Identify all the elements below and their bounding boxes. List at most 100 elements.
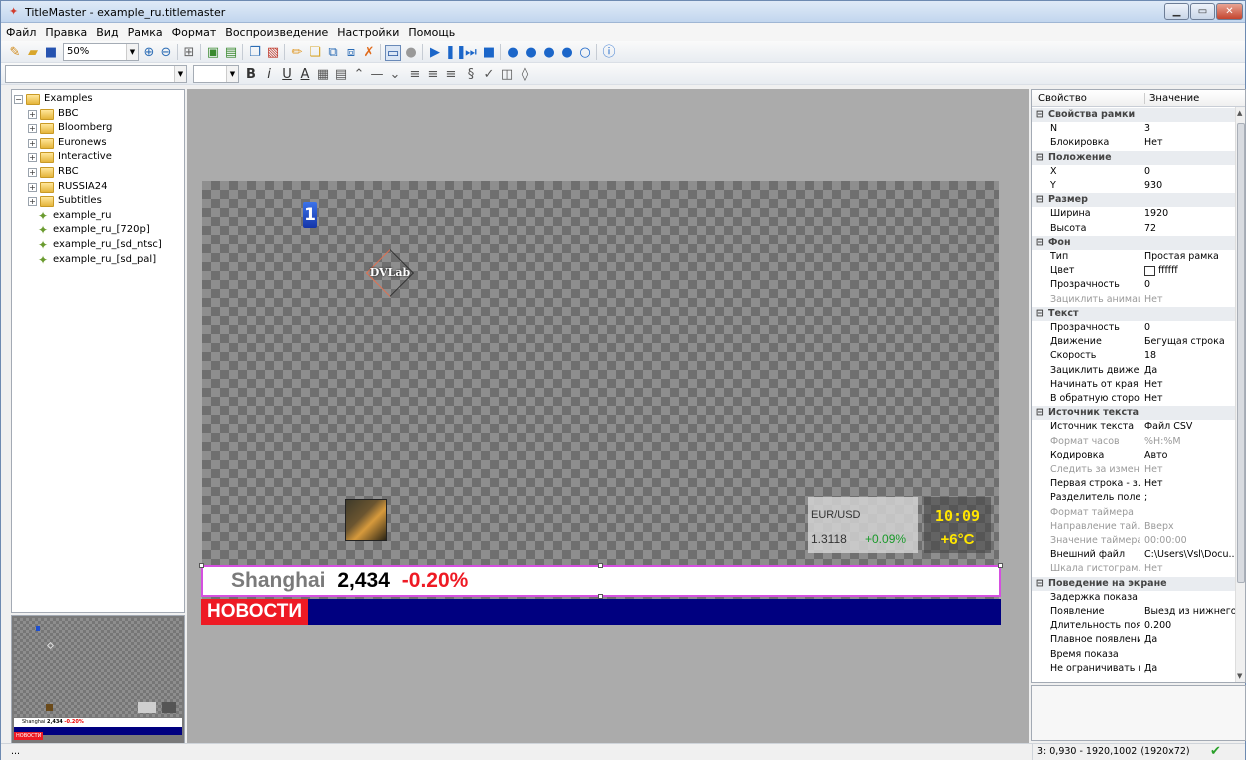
property-value[interactable]: Нет (1144, 463, 1237, 477)
menu-help[interactable]: Помощь (403, 23, 459, 39)
monitor-icon[interactable]: ▭ (385, 45, 401, 61)
property-row[interactable]: Разделитель полей; (1032, 491, 1237, 505)
paragraph-icon[interactable]: § (463, 67, 479, 83)
property-category[interactable]: ⊟ Положение (1032, 150, 1237, 165)
align-center-icon[interactable]: ≡ (425, 67, 441, 83)
property-row[interactable]: Зациклить движен... Да (1032, 364, 1237, 378)
open-folder-icon[interactable]: ▰ (25, 45, 41, 61)
property-row[interactable]: Задержка показа (1032, 591, 1237, 605)
property-value[interactable]: Авто (1144, 449, 1237, 463)
property-value[interactable]: Да (1144, 662, 1237, 676)
property-row[interactable]: Шкала гистограм... Нет (1032, 562, 1237, 576)
grid-icon[interactable]: ⊞ (181, 45, 197, 61)
collapse-icon[interactable]: ⊟ (1036, 406, 1044, 420)
property-value[interactable]: 930 (1144, 179, 1237, 193)
canvas-workspace[interactable]: 1 DVLab EUR/USD 1.3118 +0.09% 10:09 +6°C… (187, 89, 1029, 746)
menu-file[interactable]: Файл (1, 23, 40, 39)
tree-folder[interactable]: + Euronews (12, 136, 184, 151)
property-row[interactable]: N3 (1032, 122, 1237, 136)
play-icon[interactable]: ▶ (427, 45, 443, 61)
tree-folder[interactable]: + Subtitles (12, 194, 184, 209)
property-value[interactable]: Нет (1144, 378, 1237, 392)
color-swatch[interactable] (1144, 265, 1155, 276)
menu-edit[interactable]: Правка (40, 23, 91, 39)
property-value[interactable]: 3 (1144, 122, 1237, 136)
property-value[interactable]: 0.200 (1144, 619, 1237, 633)
font-family-select[interactable]: ▼ (5, 65, 187, 83)
property-value[interactable]: Файл CSV (1144, 420, 1237, 434)
tree-folder[interactable]: + Bloomberg (12, 121, 184, 136)
tree-folder[interactable]: + BBC (12, 107, 184, 122)
collapse-icon[interactable]: − (14, 95, 23, 104)
property-row[interactable]: X0 (1032, 165, 1237, 179)
layer-icon[interactable]: ❏ (307, 45, 323, 61)
italic-icon[interactable]: i (261, 67, 277, 83)
align-right-icon[interactable]: ≡ (443, 67, 459, 83)
crop-icon[interactable]: ◫ (499, 67, 515, 83)
property-row[interactable]: В обратную сторону Нет (1032, 392, 1237, 406)
group-icon[interactable]: ⧉ (325, 45, 341, 61)
property-value-cell[interactable]: ffffff (1144, 264, 1237, 278)
menu-format[interactable]: Формат (167, 23, 221, 39)
edit-icon[interactable]: ✏ (289, 45, 305, 61)
broadcast-frame[interactable]: 1 DVLab EUR/USD 1.3118 +0.09% 10:09 +6°C (202, 181, 999, 625)
currency-box[interactable]: EUR/USD 1.3118 +0.09% (808, 497, 918, 553)
property-category[interactable]: ⊟ Поведение на экране (1032, 576, 1237, 591)
property-row[interactable]: Y 930 (1032, 179, 1237, 193)
zoom-select[interactable]: 50% ▼ (63, 43, 139, 61)
bold-icon[interactable]: B (243, 67, 259, 83)
background-icon[interactable]: ▦ (315, 67, 331, 83)
property-value[interactable]: 72 (1144, 222, 1237, 236)
property-row[interactable]: Высота 72 (1032, 222, 1237, 236)
next-circle-icon[interactable]: ● (541, 45, 557, 61)
property-row[interactable]: Время показа (1032, 648, 1237, 662)
caret-up-icon[interactable]: ⌃ (351, 67, 367, 83)
brush-icon[interactable]: ✓ (481, 67, 497, 83)
stop-circle-icon[interactable]: ● (559, 45, 575, 61)
property-value[interactable]: 0 (1144, 165, 1237, 179)
scrollbar-thumb[interactable] (1237, 123, 1245, 583)
property-row[interactable]: Источник текста Файл CSV (1032, 420, 1237, 434)
property-row[interactable]: Начинать от края ... Нет (1032, 378, 1237, 392)
property-row[interactable]: Первая строка - з... Нет (1032, 477, 1237, 491)
properties-scrollbar[interactable]: ▲ ▼ (1235, 107, 1245, 682)
minimize-button[interactable]: ▁ (1164, 3, 1189, 20)
property-value[interactable]: 0 (1144, 278, 1237, 292)
tree-folder[interactable]: + Interactive (12, 150, 184, 165)
scroll-down-icon[interactable]: ▼ (1237, 672, 1242, 680)
caret-down-icon[interactable]: ⌄ (387, 67, 403, 83)
property-row[interactable]: Значение таймера 00:00:00 (1032, 534, 1237, 548)
close-button[interactable]: ✕ (1216, 3, 1243, 20)
property-value[interactable]: 00:00:00 (1144, 534, 1237, 548)
property-value[interactable]: Да (1144, 364, 1237, 378)
property-category[interactable]: ⊟ Фон (1032, 235, 1237, 250)
add-image-icon[interactable]: ▤ (223, 45, 239, 61)
property-row[interactable]: Следить за измен... Нет (1032, 463, 1237, 477)
property-value[interactable]: 0 (1144, 321, 1237, 335)
property-row[interactable]: Прозрачность 0 (1032, 321, 1237, 335)
resize-handle[interactable] (199, 563, 204, 568)
property-category[interactable]: ⊟ Источник текста (1032, 406, 1237, 421)
property-row[interactable]: Появление Выезд из нижнего... (1032, 605, 1237, 619)
line-icon[interactable]: — (369, 67, 385, 83)
expand-icon[interactable]: + (28, 168, 37, 177)
menu-view[interactable]: Вид (91, 23, 122, 39)
info-icon[interactable]: ⓘ (601, 45, 617, 61)
tree-file[interactable]: ✦ example_ru (12, 209, 184, 224)
property-value[interactable]: Простая рамка (1144, 250, 1237, 264)
ungroup-icon[interactable]: ⧈ (343, 45, 359, 61)
property-value[interactable]: ; (1144, 491, 1237, 505)
property-value[interactable]: C:\Users\Vsl\Docu... (1144, 548, 1237, 562)
zoom-out-icon[interactable]: ⊖ (158, 45, 174, 61)
menu-settings[interactable]: Настройки (332, 23, 403, 39)
menu-frame[interactable]: Рамка (123, 23, 167, 39)
property-row[interactable]: Кодировка Авто (1032, 449, 1237, 463)
property-value[interactable]: Вверх (1144, 520, 1237, 534)
maximize-button[interactable]: ▭ (1190, 3, 1215, 20)
collapse-icon[interactable]: ⊟ (1036, 236, 1044, 250)
collapse-icon[interactable]: ⊟ (1036, 193, 1044, 207)
news-bar[interactable]: НОВОСТИ (201, 599, 1001, 625)
expand-icon[interactable]: + (28, 138, 37, 148)
collapse-icon[interactable]: ⊟ (1036, 108, 1044, 122)
property-value[interactable]: Нет (1144, 392, 1237, 406)
